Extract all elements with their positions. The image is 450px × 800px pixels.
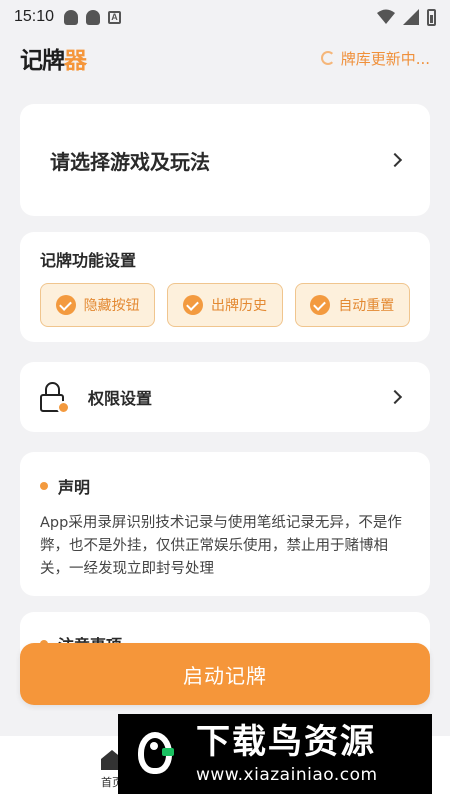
option-play-history[interactable]: 出牌历史 (167, 283, 283, 327)
logo-accent-text: 器 (64, 48, 87, 74)
wifi-icon (377, 9, 395, 24)
system-icons (377, 8, 436, 26)
option-label: 隐藏按钮 (83, 298, 140, 314)
notification-icons: A (64, 9, 122, 25)
signal-icon (403, 9, 419, 25)
game-select-card[interactable]: 请选择游戏及玩法 (20, 104, 430, 216)
settings-card: 记牌功能设置 隐藏按钮 出牌历史 自动重置 (20, 232, 430, 342)
permissions-label: 权限设置 (88, 389, 153, 408)
bullet-dot-icon (40, 482, 48, 490)
settings-options: 隐藏按钮 出牌历史 自动重置 (40, 283, 410, 327)
watermark-texts: 下载鸟资源 www.xiazainiao.com (196, 723, 378, 785)
app-notification-icon: A (108, 10, 122, 24)
settings-title: 记牌功能设置 (40, 251, 137, 270)
loading-spinner-icon (320, 51, 335, 65)
game-select-title: 请选择游戏及玩法 (50, 149, 210, 174)
bird-logo-icon (132, 726, 182, 782)
watermark-url: www.xiazainiao.com (196, 765, 378, 785)
watermark-banner: 下载鸟资源 www.xiazainiao.com (118, 714, 432, 794)
option-label: 自动重置 (338, 298, 395, 314)
option-auto-reset[interactable]: 自动重置 (294, 283, 410, 327)
notice-title: 声明 (58, 478, 91, 497)
checkmark-icon (55, 295, 76, 315)
app-header: 记牌器 牌库更新中... (20, 40, 430, 76)
battery-icon (427, 8, 436, 26)
option-hide-button[interactable]: 隐藏按钮 (40, 283, 156, 327)
logo-text: 记牌 (20, 48, 65, 74)
watermark-title: 下载鸟资源 (196, 722, 376, 762)
checkmark-icon (182, 295, 203, 315)
chevron-right-icon (387, 152, 403, 168)
lock-settings-icon (40, 382, 70, 414)
sync-status: 牌库更新中... (320, 48, 430, 69)
chevron-right-icon (387, 389, 403, 405)
qq-notification-icon (64, 9, 79, 25)
status-time: 15:10 (14, 8, 55, 25)
app-logo: 记牌器 (20, 41, 87, 75)
sync-status-text: 牌库更新中... (340, 49, 430, 68)
notice-body: App采用录屏识别技术记录与使用笔纸记录无异，不是作弊，也不是外挂，仅供正常娱乐… (40, 515, 402, 577)
option-label: 出牌历史 (210, 298, 267, 314)
qq-notification-icon-2 (86, 9, 101, 25)
notice-card: 声明 App采用录屏识别技术记录与使用笔纸记录无异，不是作弊，也不是外挂，仅供正… (20, 452, 430, 596)
checkmark-icon (310, 295, 331, 315)
start-card-tracking-button[interactable]: 启动记牌 (20, 643, 430, 705)
permissions-card[interactable]: 权限设置 (20, 362, 430, 432)
notice-header: 声明 (40, 474, 410, 498)
status-bar: 15:10 A (0, 0, 450, 34)
